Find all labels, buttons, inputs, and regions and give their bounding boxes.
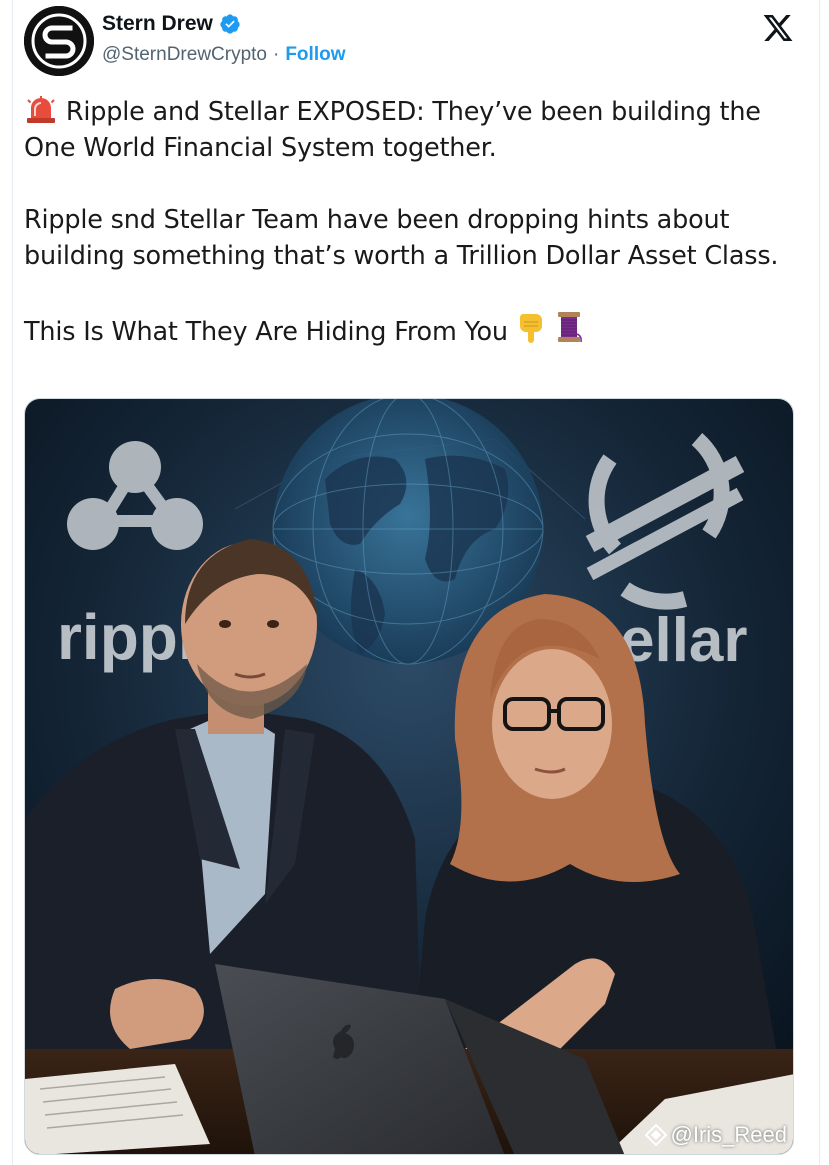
follow-button[interactable]: Follow — [285, 44, 345, 66]
tweet-header: Stern Drew @SternDrewCrypto · Follow — [24, 6, 794, 78]
thread-icon — [557, 312, 582, 343]
avatar[interactable] — [24, 6, 94, 76]
stellar-wordmark: ellar — [620, 606, 748, 675]
tweet-text-paragraph-3: This Is What They Are Hiding From You — [24, 317, 508, 347]
tweet-text-paragraph-1: Ripple and Stellar EXPOSED: They’ve been… — [24, 97, 761, 163]
verified-badge-icon — [220, 14, 240, 34]
author-handle[interactable]: @SternDrewCrypto — [102, 44, 267, 66]
pointing-down-icon — [519, 314, 542, 343]
tweet-paragraph-1: Ripple and Stellar EXPOSED: They’ve been… — [24, 94, 794, 166]
stern-drew-logo-icon — [24, 6, 94, 76]
tweet-paragraph-3: This Is What They Are Hiding From You — [24, 310, 794, 350]
watermark-text: @Iris_Reed — [670, 1122, 788, 1147]
tweet-image[interactable]: ripple ellar @Iris_Reed — [24, 398, 794, 1155]
separator-dot: · — [273, 44, 280, 65]
author-name[interactable]: Stern Drew — [102, 12, 213, 36]
tweet-paragraph-2: Ripple snd Stellar Team have been droppi… — [24, 205, 779, 271]
x-logo-icon[interactable] — [762, 12, 794, 44]
ripple-stellar-illustration: ripple ellar — [25, 399, 793, 1154]
diamond-logo-icon — [644, 1124, 667, 1146]
tweet-body: Ripple and Stellar EXPOSED: They’ve been… — [24, 94, 794, 350]
watermark: @Iris_Reed — [644, 1122, 788, 1148]
siren-icon — [27, 96, 55, 123]
